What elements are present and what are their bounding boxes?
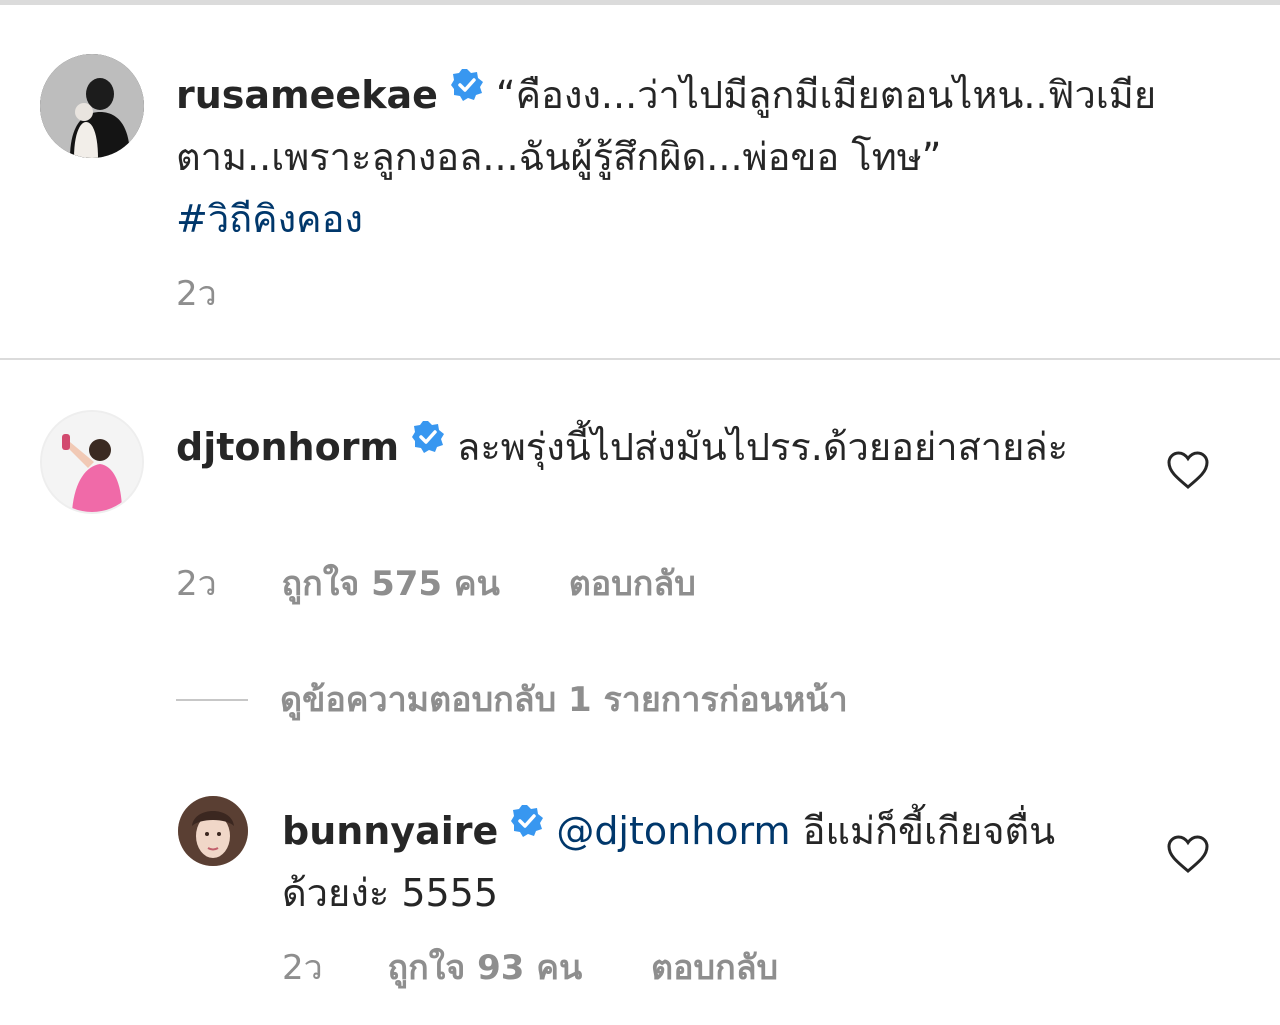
verified-badge-icon [411, 410, 445, 472]
verified-badge-icon [510, 794, 544, 856]
avatar-bunnyaire[interactable] [178, 796, 248, 866]
like-heart-icon[interactable] [1166, 450, 1210, 490]
avatar-photo-icon [178, 796, 248, 866]
comment-username[interactable]: djtonhorm [176, 425, 399, 469]
reply-likes[interactable]: ถูกใจ 93 คน [388, 940, 583, 994]
comment-time: 2ว [176, 564, 217, 604]
comment-text: ละพรุ่งนี้ไปส่งมันไปรร.ด้วยอย่าสายล่ะ [457, 425, 1069, 469]
reply-time: 2ว [282, 948, 323, 988]
reply-reply-button[interactable]: ตอบกลับ [651, 940, 778, 994]
view-replies-label: ดูข้อความตอบกลับ 1 รายการก่อนหน้า [280, 680, 848, 720]
verified-badge-icon [450, 58, 484, 120]
view-previous-replies-button[interactable]: ดูข้อความตอบกลับ 1 รายการก่อนหน้า [176, 672, 848, 726]
replies-line [176, 699, 248, 701]
like-heart-icon[interactable] [1166, 834, 1210, 874]
top-divider [0, 0, 1280, 5]
avatar-photo-icon [42, 412, 142, 512]
comments-page: rusameekae “คืองง...ว่าไปมีลูกมีเมียตอนไห… [0, 0, 1280, 1025]
post-username[interactable]: rusameekae [176, 73, 438, 117]
reply-body: bunnyaire @djtonhorm อีแม่ก็ขี้เกียจตื่นด… [282, 794, 1102, 924]
comment-body: djtonhorm ละพรุ่งนี้ไปส่งมันไปรร.ด้วยอย่า… [176, 410, 1076, 478]
post-hashtag[interactable]: #วิถีคิงคอง [176, 197, 363, 241]
avatar-djtonhorm[interactable] [40, 410, 144, 514]
reply-meta: 2ว ถูกใจ 93 คน ตอบกลับ [282, 940, 778, 994]
comment-meta: 2ว ถูกใจ 575 คน ตอบกลับ [176, 556, 696, 610]
post-meta: 2ว [176, 266, 217, 320]
comment-reply-button[interactable]: ตอบกลับ [569, 556, 696, 610]
comment-likes[interactable]: ถูกใจ 575 คน [282, 556, 500, 610]
post-time: 2ว [176, 274, 217, 314]
reply-mention[interactable]: @djtonhorm [556, 809, 790, 853]
avatar-photo-icon [40, 54, 144, 158]
avatar-rusameekae[interactable] [40, 54, 144, 158]
post-caption: rusameekae “คืองง...ว่าไปมีลูกมีเมียตอนไห… [176, 58, 1216, 250]
reply-username[interactable]: bunnyaire [282, 809, 498, 853]
section-divider [0, 358, 1280, 360]
